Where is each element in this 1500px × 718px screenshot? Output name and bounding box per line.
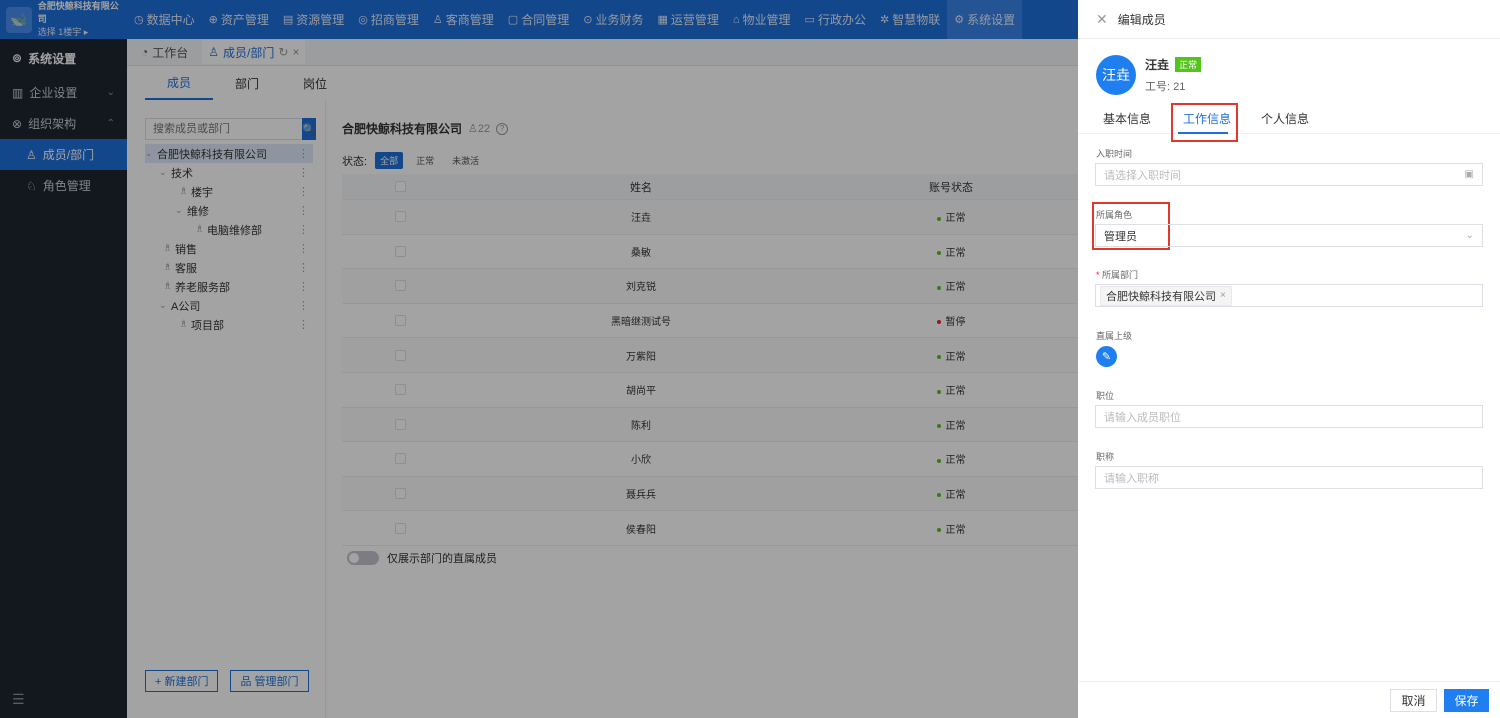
- join-date-label: 入职时间: [1096, 149, 1133, 159]
- tab-personal-info[interactable]: 个人信息: [1261, 110, 1309, 127]
- tag-close-icon[interactable]: ×: [1220, 290, 1226, 301]
- highlight-box: [1171, 103, 1238, 142]
- edit-superior-button[interactable]: ✎: [1096, 346, 1117, 367]
- department-select[interactable]: 合肥快鲸科技有限公司 ×: [1095, 284, 1483, 307]
- employee-number: 工号: 21: [1145, 81, 1186, 93]
- role-select[interactable]: 管理员 ⌄: [1095, 224, 1483, 247]
- edit-member-drawer: ✕ 编辑成员 汪垚 汪垚 正常 工号: 21 基本信息 工作信息 个人信息 入职时…: [1078, 0, 1500, 718]
- tab-basic-info[interactable]: 基本信息: [1103, 110, 1151, 127]
- save-button[interactable]: 保存: [1444, 689, 1489, 712]
- position-input[interactable]: 请输入成员职位: [1095, 405, 1483, 428]
- superior-label: 直属上级: [1096, 331, 1133, 341]
- cancel-button[interactable]: 取消: [1390, 689, 1437, 712]
- modal-overlay[interactable]: [0, 0, 1078, 718]
- department-label: * 所属部门: [1096, 270, 1139, 280]
- position-label: 职位: [1096, 391, 1115, 401]
- avatar: 汪垚: [1096, 55, 1136, 95]
- status-badge: 正常: [1175, 57, 1202, 72]
- department-tag: 合肥快鲸科技有限公司 ×: [1100, 285, 1232, 306]
- join-date-picker[interactable]: 请选择入职时间 ▣: [1095, 163, 1483, 186]
- title-input[interactable]: 请输入职称: [1095, 466, 1483, 489]
- drawer-title: 编辑成员: [1117, 12, 1166, 27]
- close-icon[interactable]: ✕: [1096, 11, 1108, 28]
- drawer-footer: 取消 保存: [1078, 681, 1500, 718]
- drawer-header: ✕ 编辑成员: [1078, 0, 1500, 39]
- drawer-tabs: 基本信息 工作信息 个人信息: [1078, 102, 1500, 134]
- pencil-icon: ✎: [1101, 351, 1112, 363]
- member-profile: 汪垚 汪垚 正常 工号: 21: [1096, 55, 1202, 95]
- title-label: 职称: [1096, 452, 1115, 462]
- chevron-down-icon: ⌄: [1465, 230, 1474, 241]
- member-name: 汪垚: [1145, 58, 1170, 72]
- role-label: 所属角色: [1096, 210, 1133, 220]
- calendar-icon: ▣: [1464, 169, 1474, 180]
